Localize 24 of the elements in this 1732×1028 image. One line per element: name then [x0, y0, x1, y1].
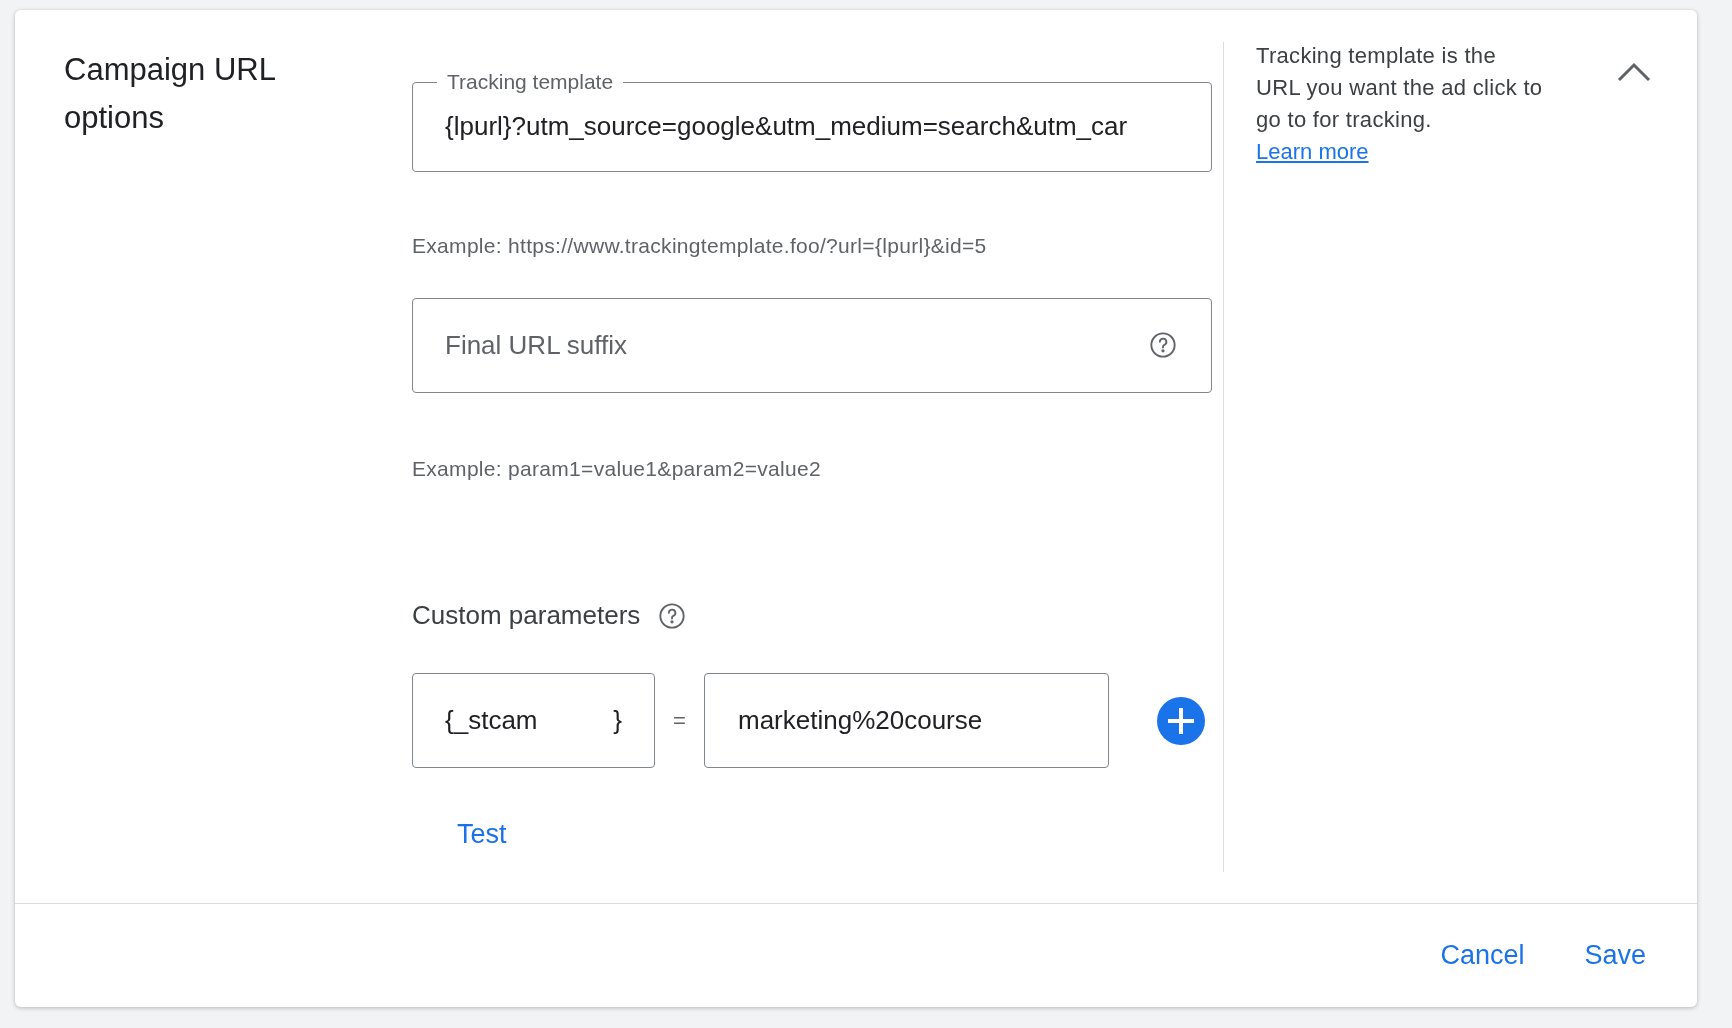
- help-icon[interactable]: [658, 601, 687, 630]
- help-icon[interactable]: [1149, 331, 1177, 359]
- section-title: Campaign URL options: [64, 51, 276, 137]
- example-text: Example: param1=value1&param2=value2: [412, 455, 822, 482]
- parameter-value-field[interactable]: marketing%20course: [704, 673, 1109, 768]
- test-button[interactable]: Test: [442, 808, 522, 861]
- learn-more-link[interactable]: Learn more: [1256, 139, 1369, 164]
- help-text: Tracking template is the URL you want the ad click to go to for tracking.: [1256, 42, 1544, 134]
- brace-text: }: [613, 704, 622, 737]
- final-url-suffix-field[interactable]: Final URL suffix: [412, 297, 1212, 393]
- key-value: {_stcam: [445, 704, 538, 737]
- chevron-icon[interactable]: [1616, 60, 1652, 84]
- custom-parameters-label: Custom parameters: [412, 599, 641, 632]
- field-placeholder: Final URL suffix: [445, 328, 628, 362]
- tracking-template-field[interactable]: Tracking template {lpurl}?utm_source=google&utm_medium=search&utm_car: [412, 71, 1212, 172]
- save-button[interactable]: Save: [1569, 927, 1661, 984]
- field-value: {lpurl}?utm_source=google&utm_medium=search&utm_car: [445, 110, 1129, 143]
- add-icon[interactable]: [1157, 696, 1205, 745]
- example-text: Example: https://www.trackingtemplate.foo/?url={lpurl}&id=5: [412, 233, 988, 259]
- cancel-button[interactable]: Cancel: [1425, 927, 1540, 984]
- field-label: Tracking template: [446, 71, 615, 93]
- field-value: marketing%20course: [738, 704, 983, 737]
- equals-sign: =: [672, 707, 687, 735]
- parameter-key-field[interactable]: {_stcam }: [412, 673, 655, 768]
